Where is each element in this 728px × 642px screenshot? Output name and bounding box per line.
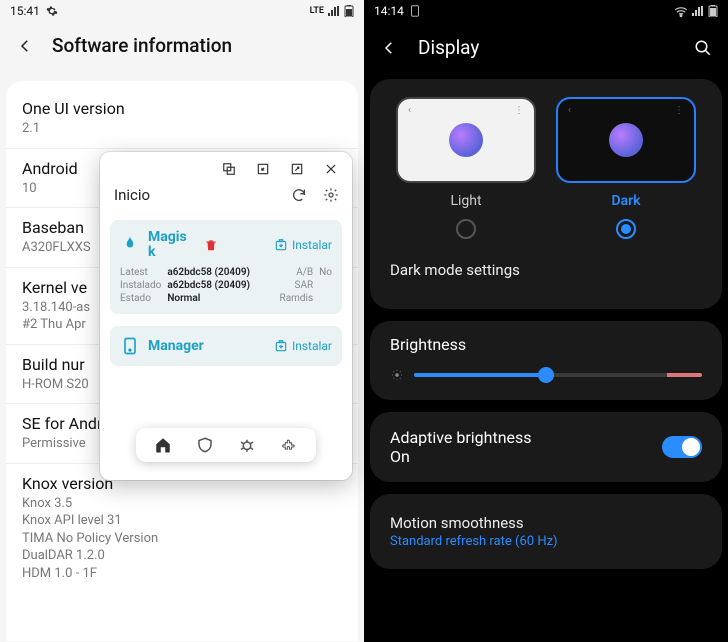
home-icon[interactable] bbox=[154, 436, 172, 454]
install-button[interactable]: Instalar bbox=[274, 238, 332, 252]
popup-bottom-nav bbox=[136, 428, 316, 462]
shield-icon[interactable] bbox=[196, 436, 214, 454]
phone-small-icon bbox=[410, 5, 420, 17]
puzzle-icon[interactable] bbox=[280, 436, 298, 454]
left-phone: 15:41 LTE Software information One UI ve… bbox=[0, 0, 364, 642]
maximize-icon[interactable] bbox=[288, 160, 306, 178]
clock: 15:41 bbox=[10, 4, 40, 18]
multiwindow-icon[interactable] bbox=[220, 160, 238, 178]
signal-icon bbox=[328, 6, 340, 16]
app-name: Magisk bbox=[148, 230, 188, 259]
brightness-label: Brightness bbox=[390, 335, 702, 354]
bug-icon[interactable] bbox=[238, 436, 256, 454]
sun-low-icon bbox=[390, 368, 404, 382]
close-icon[interactable] bbox=[322, 160, 340, 178]
row-dark-mode-settings[interactable]: Dark mode settings bbox=[370, 245, 722, 295]
gear-icon bbox=[46, 5, 58, 17]
status-bar-right: 14:14 bbox=[364, 0, 728, 22]
theme-option-dark[interactable]: ‹⋮ Dark bbox=[556, 97, 696, 239]
page-title: Software information bbox=[52, 34, 232, 57]
brightness-slider[interactable] bbox=[414, 373, 702, 377]
theme-panel: ‹⋮ Light ‹⋮ Dark Dark mode settings bbox=[370, 79, 722, 309]
settings-icon[interactable] bbox=[322, 186, 340, 204]
radio-dark[interactable] bbox=[616, 219, 636, 239]
wifi-icon bbox=[674, 5, 688, 17]
install-button[interactable]: Instalar bbox=[274, 339, 332, 353]
titlebar-right: Display bbox=[364, 22, 728, 79]
motion-panel: Motion smoothness Standard refresh rate … bbox=[370, 494, 722, 569]
status-bar-left: 15:41 LTE bbox=[0, 0, 364, 22]
app-name: Manager bbox=[148, 339, 204, 354]
battery-icon bbox=[344, 5, 354, 17]
adaptive-label: Adaptive brightness bbox=[390, 428, 532, 447]
popup-card-manager[interactable]: Manager Instalar bbox=[110, 326, 342, 366]
adaptive-panel: Adaptive brightness On bbox=[370, 412, 722, 482]
row-motion-smoothness[interactable]: Motion smoothness Standard refresh rate … bbox=[370, 498, 722, 565]
back-icon[interactable] bbox=[16, 37, 34, 55]
page-title: Display bbox=[418, 36, 479, 59]
minimize-icon[interactable] bbox=[254, 160, 272, 178]
battery-icon bbox=[708, 5, 718, 17]
right-phone: 14:14 Display ‹⋮ Light bbox=[364, 0, 728, 642]
theme-label-light: Light bbox=[396, 193, 536, 209]
adaptive-sub: On bbox=[390, 447, 532, 466]
popup-window: Inicio Magisk Instalar Latest a62bdc58 (… bbox=[100, 152, 352, 480]
titlebar-left: Software information bbox=[0, 22, 364, 81]
theme-option-light[interactable]: ‹⋮ Light bbox=[396, 97, 536, 239]
delete-icon[interactable] bbox=[204, 238, 218, 252]
refresh-icon[interactable] bbox=[290, 186, 308, 204]
manager-logo-icon bbox=[120, 336, 140, 356]
adaptive-toggle[interactable] bbox=[662, 436, 702, 458]
row-knox[interactable]: Knox version Knox 3.5 Knox API level 31 … bbox=[6, 464, 358, 593]
theme-label-dark: Dark bbox=[556, 193, 696, 209]
radio-light[interactable] bbox=[456, 219, 476, 239]
row-one-ui[interactable]: One UI version 2.1 bbox=[6, 89, 358, 149]
popup-card-magisk[interactable]: Magisk Instalar Latest a62bdc58 (20409) … bbox=[110, 220, 342, 314]
signal-icon bbox=[692, 6, 704, 16]
search-icon[interactable] bbox=[694, 39, 712, 57]
clock: 14:14 bbox=[374, 4, 404, 18]
popup-title: Inicio bbox=[114, 186, 150, 204]
magisk-logo-icon bbox=[120, 235, 140, 255]
back-icon[interactable] bbox=[380, 39, 398, 57]
lte-indicator: LTE bbox=[310, 6, 324, 16]
brightness-panel: Brightness bbox=[370, 321, 722, 400]
